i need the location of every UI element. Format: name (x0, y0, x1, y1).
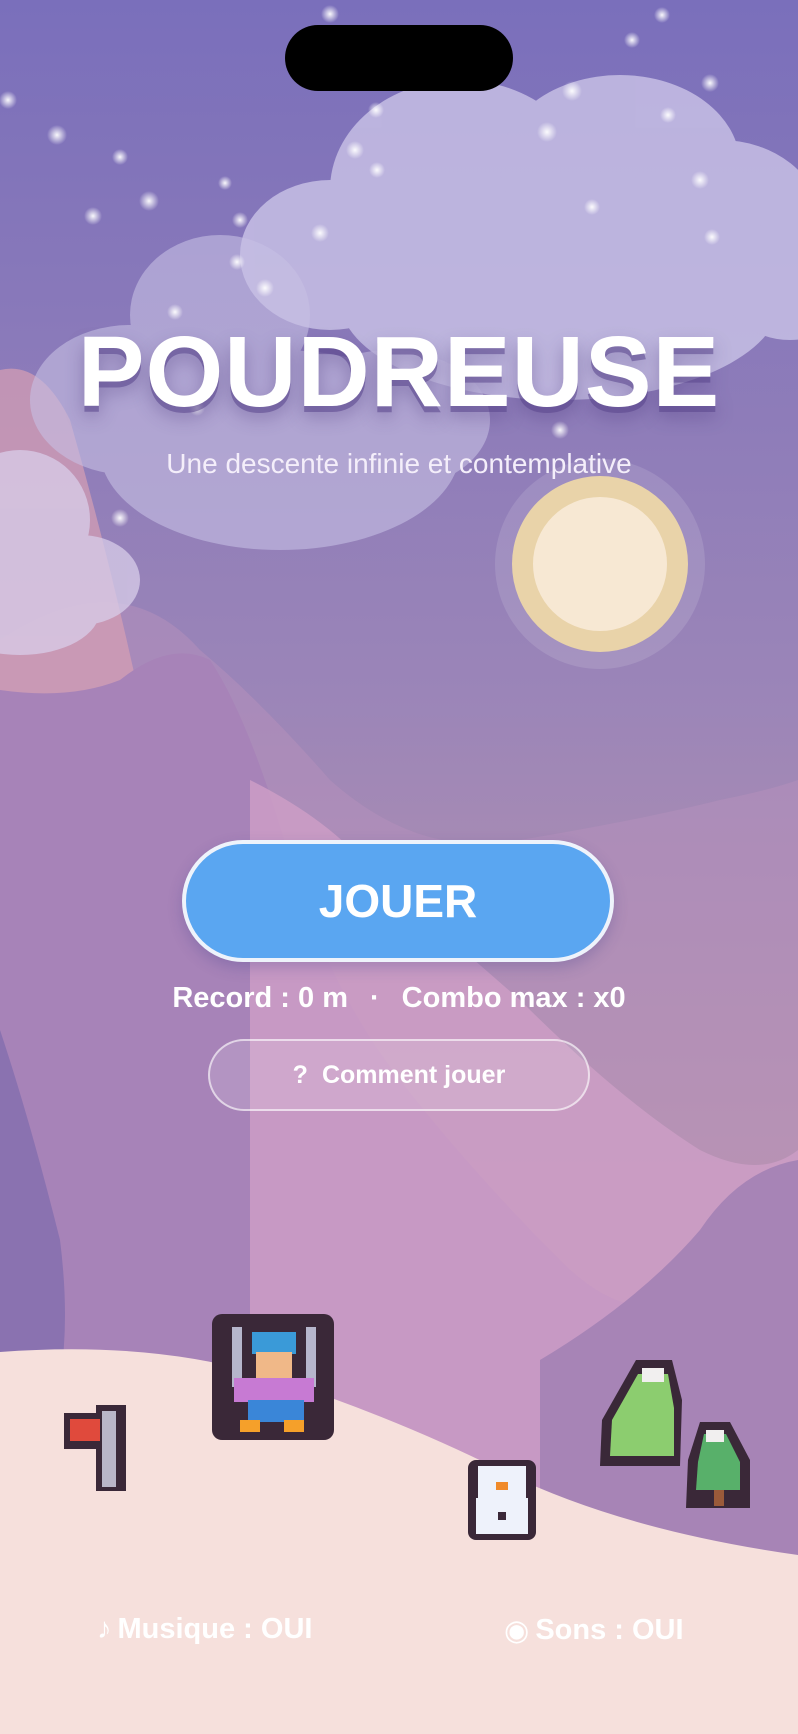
music-note-icon: ♪ (97, 1613, 112, 1645)
combo-label: Combo max : x0 (401, 982, 626, 1014)
sound-label: Sons : OUI (535, 1614, 684, 1646)
record-label: Record : 0 m (172, 982, 348, 1014)
stats-separator: · (370, 982, 380, 1014)
stats-line: Record : 0 m · Combo max : x0 (0, 982, 798, 1015)
skier-sprite (212, 1314, 334, 1440)
music-label: Musique : OUI (117, 1613, 313, 1645)
device-notch (285, 25, 513, 91)
question-icon: ? (292, 1060, 308, 1089)
snowman-sprite (468, 1460, 536, 1540)
sound-toggle[interactable]: ◉ Sons : OUI (504, 1613, 684, 1648)
play-button[interactable]: JOUER (182, 840, 614, 962)
game-subtitle: Une descente infinie et contemplative (166, 448, 632, 479)
moon-face (533, 497, 667, 631)
music-toggle[interactable]: ♪ Musique : OUI (97, 1613, 312, 1646)
sound-icon: ◉ (504, 1615, 530, 1647)
how-to-play-button[interactable]: ? Comment jouer (208, 1039, 590, 1111)
how-to-play-label: Comment jouer (321, 1060, 506, 1089)
game-title: POUDREUSE (77, 316, 721, 428)
